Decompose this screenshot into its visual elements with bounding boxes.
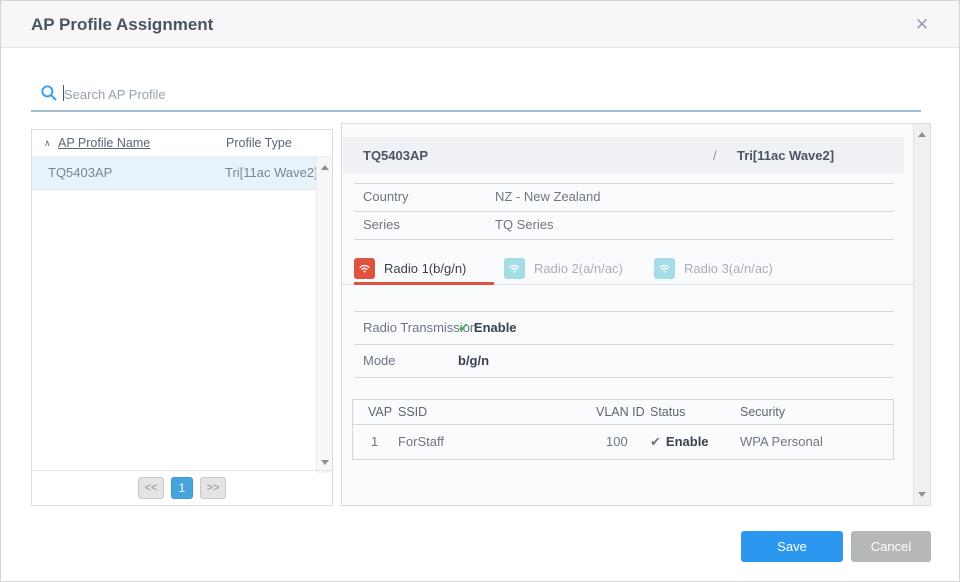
- table-row[interactable]: TQ5403AP Tri[11ac Wave2]: [32, 157, 332, 190]
- tab-label: Radio 3(a/n/ac): [684, 261, 773, 276]
- field-label: Mode: [363, 344, 396, 377]
- profile-detail-panel: TQ5403AP / Tri[11ac Wave2] Country NZ - …: [341, 123, 931, 506]
- status-cell: ✔ Enable: [650, 425, 709, 459]
- detail-profile-type: Tri[11ac Wave2]: [737, 137, 834, 174]
- scroll-down-icon[interactable]: [321, 460, 329, 465]
- search-icon: [40, 84, 58, 105]
- table-row: 1 ForStaff 100 ✔ Enable WPA Personal: [353, 425, 893, 459]
- detail-scrollbar[interactable]: [913, 124, 930, 505]
- field-label: Series: [363, 211, 400, 239]
- dialog-header: AP Profile Assignment ✕: [1, 1, 959, 48]
- vap-cell: 1: [371, 425, 378, 459]
- page-title: AP Profile Assignment: [31, 1, 213, 48]
- pagination: << 1 >>: [32, 470, 332, 505]
- tab-radio-3[interactable]: Radio 3(a/n/ac): [654, 252, 794, 285]
- vlan-id-cell: 100: [606, 425, 628, 459]
- sort-asc-icon[interactable]: ∧: [44, 130, 51, 156]
- scroll-down-icon[interactable]: [918, 492, 926, 497]
- field-value: b/g/n: [458, 344, 489, 377]
- ssid-cell: ForStaff: [398, 425, 444, 459]
- column-header-vap: VAP: [368, 400, 392, 425]
- field-row-country: Country NZ - New Zealand: [343, 183, 903, 211]
- scroll-up-icon[interactable]: [918, 132, 926, 137]
- column-header-security: Security: [740, 400, 785, 425]
- field-row-series: Series TQ Series: [343, 211, 903, 239]
- scroll-up-icon[interactable]: [321, 165, 329, 170]
- column-header-ssid: SSID: [398, 400, 427, 425]
- detail-profile-name: TQ5403AP: [363, 137, 428, 174]
- radio-tabs: Radio 1(b/g/n) Radio 2(a/n/ac): [354, 252, 804, 285]
- field-row-radio-transmission: Radio Transmission ✔Enable: [343, 311, 903, 344]
- cancel-button[interactable]: Cancel: [851, 531, 931, 562]
- detail-header-bar: TQ5403AP / Tri[11ac Wave2]: [343, 137, 904, 174]
- profile-list-header: ∧ AP Profile Name Profile Type: [32, 130, 332, 157]
- tab-label: Radio 2(a/n/ac): [534, 261, 623, 276]
- wifi-icon: [354, 258, 375, 279]
- pagination-prev-button[interactable]: <<: [138, 477, 164, 499]
- profile-type-cell: Tri[11ac Wave2]: [225, 157, 318, 189]
- ap-profile-assignment-dialog: AP Profile Assignment ✕ ∧ AP Profile Nam…: [0, 0, 960, 582]
- status-text: Enable: [666, 434, 709, 449]
- field-value: NZ - New Zealand: [495, 183, 600, 211]
- check-icon: ✔: [650, 434, 661, 449]
- tab-radio-1[interactable]: Radio 1(b/g/n): [354, 252, 494, 285]
- profile-name-cell: TQ5403AP: [48, 157, 112, 189]
- vap-table-header: VAP SSID VLAN ID Status Security: [353, 400, 893, 425]
- field-label: Country: [363, 183, 409, 211]
- save-button[interactable]: Save: [741, 531, 843, 562]
- search-input[interactable]: [64, 83, 904, 105]
- field-value: TQ Series: [495, 211, 554, 239]
- active-tab-underline: [354, 282, 494, 285]
- wifi-icon: [654, 258, 675, 279]
- close-icon[interactable]: ✕: [907, 1, 937, 48]
- tab-radio-2[interactable]: Radio 2(a/n/ac): [504, 252, 644, 285]
- status-text: Enable: [474, 320, 517, 335]
- list-scrollbar[interactable]: [316, 157, 332, 473]
- column-header-status: Status: [650, 400, 685, 425]
- pagination-next-button[interactable]: >>: [200, 477, 226, 499]
- pagination-page-1-button[interactable]: 1: [171, 477, 193, 499]
- field-value: ✔ Enable: [458, 311, 517, 344]
- search-underline: [31, 110, 921, 112]
- divider: [354, 239, 894, 240]
- column-header-vlan-id: VLAN ID: [596, 400, 645, 425]
- profile-list-panel: ∧ AP Profile Name Profile Type TQ5403AP …: [31, 129, 333, 506]
- check-icon: ✔: [458, 320, 469, 335]
- column-header-ap-profile-name[interactable]: AP Profile Name: [58, 130, 150, 156]
- wifi-icon: [504, 258, 525, 279]
- detail-header-separator: /: [713, 137, 717, 174]
- tab-label: Radio 1(b/g/n): [384, 261, 466, 276]
- vap-table: VAP SSID VLAN ID Status Security 1 ForSt…: [352, 399, 894, 460]
- security-cell: WPA Personal: [740, 425, 823, 459]
- column-header-profile-type: Profile Type: [226, 130, 292, 156]
- field-row-mode: Mode b/g/n: [343, 344, 903, 377]
- divider: [354, 377, 894, 378]
